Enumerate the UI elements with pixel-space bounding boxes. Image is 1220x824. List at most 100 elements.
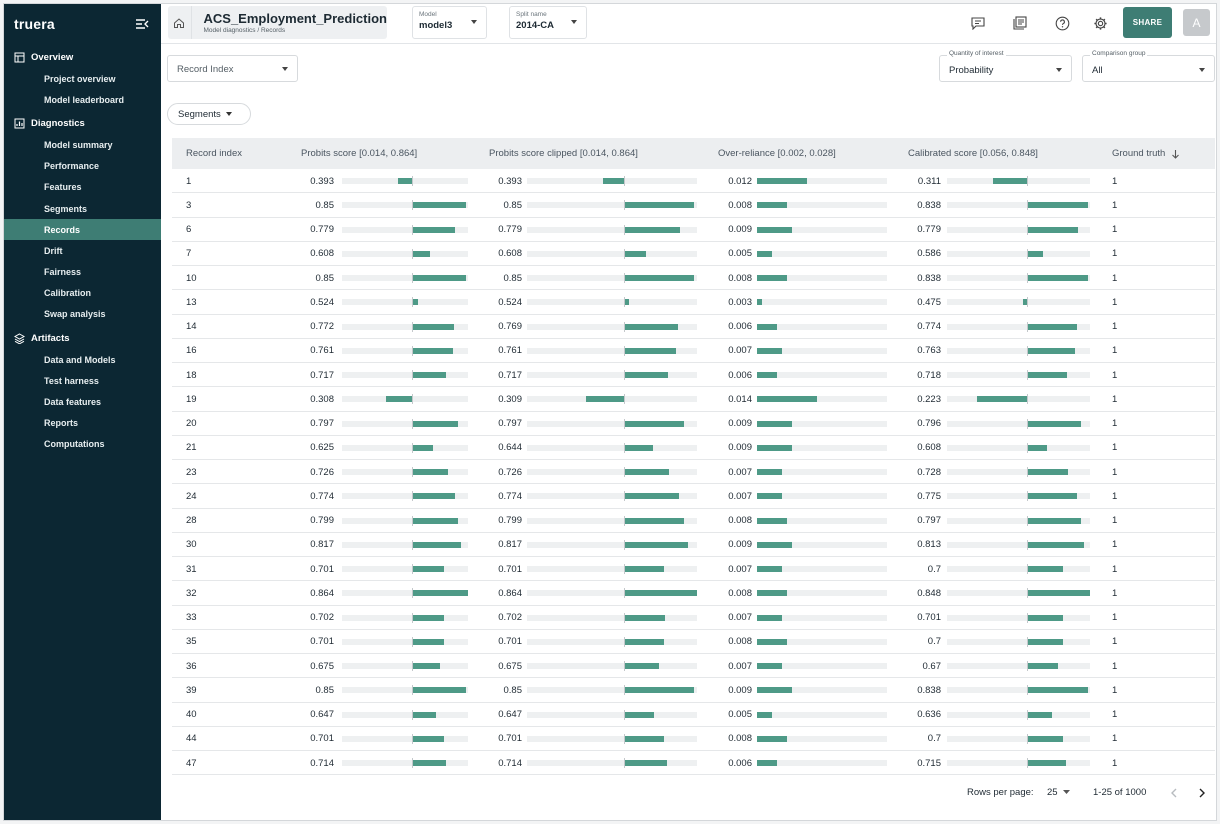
table-cell: 0.008: [728, 733, 752, 745]
notebook-button[interactable]: [1011, 14, 1029, 32]
table-row[interactable]: 7 0.608 0.608 0.005 0.586 1: [172, 242, 1215, 266]
help-button[interactable]: [1053, 14, 1071, 32]
bar-baseline: [412, 588, 413, 599]
column-header-4[interactable]: Calibrated score [0.056, 0.848]: [908, 138, 1038, 169]
table-row[interactable]: 39 0.85 0.85 0.009 0.838 1: [172, 678, 1215, 703]
table-cell: 1: [1112, 709, 1118, 720]
table-row[interactable]: 21 0.625 0.644 0.009 0.608 1: [172, 436, 1215, 460]
sidebar-item-performance[interactable]: Performance: [4, 156, 161, 177]
bar-baseline: [624, 394, 625, 405]
value-bar: [624, 760, 667, 766]
table-row[interactable]: 35 0.701 0.701 0.008 0.7 1: [172, 630, 1215, 654]
sidebar-item-data-features[interactable]: Data features: [4, 391, 161, 412]
table-row[interactable]: 31 0.701 0.701 0.007 0.7 1: [172, 557, 1215, 582]
table-cell: 0.838: [917, 684, 941, 696]
table-row[interactable]: 14 0.772 0.769 0.006 0.774 1: [172, 315, 1215, 339]
value-bar: [602, 178, 624, 184]
column-header-0[interactable]: Record index: [186, 138, 242, 169]
sidebar-item-swap-analysis[interactable]: Swap analysis: [4, 304, 161, 325]
table-row[interactable]: 13 0.524 0.524 0.003 0.475 1: [172, 290, 1215, 315]
table-row[interactable]: 6 0.779 0.779 0.009 0.779 1: [172, 218, 1215, 242]
sort-arrow-down-icon[interactable]: [1171, 149, 1180, 159]
sidebar-item-records[interactable]: Records: [4, 219, 161, 241]
value-bar: [1027, 372, 1067, 378]
table-cell: 0.675: [498, 660, 522, 672]
table-row[interactable]: 33 0.702 0.702 0.007 0.701 1: [172, 606, 1215, 630]
column-header-1[interactable]: Probits score [0.014, 0.864]: [301, 138, 417, 169]
sidebar-item-data-and-models[interactable]: Data and Models: [4, 349, 161, 370]
sidebar-section-artifacts[interactable]: Artifacts: [4, 328, 161, 349]
table-row[interactable]: 44 0.701 0.701 0.008 0.7 1: [172, 727, 1215, 751]
value-bar: [1027, 735, 1064, 742]
column-header-5[interactable]: Ground truth: [1112, 138, 1180, 169]
table-row[interactable]: 23 0.726 0.726 0.007 0.728 1: [172, 460, 1215, 485]
column-header-2[interactable]: Probits score clipped [0.014, 0.864]: [489, 138, 638, 169]
sidebar-item-fairness[interactable]: Fairness: [4, 262, 161, 283]
sidebar-item-test-harness[interactable]: Test harness: [4, 370, 161, 391]
record-index-select[interactable]: Record Index: [167, 55, 298, 82]
column-header-label: Probits score [0.014, 0.864]: [301, 148, 418, 159]
bar-track: [527, 566, 697, 572]
table-row[interactable]: 28 0.799 0.799 0.008 0.797 1: [172, 509, 1215, 533]
sidebar-item-calibration[interactable]: Calibration: [4, 283, 161, 304]
bar-track: [757, 711, 887, 718]
sidebar-item-model-summary[interactable]: Model summary: [4, 134, 161, 155]
sidebar-section-diagnostics[interactable]: Diagnostics: [4, 113, 161, 134]
table-cell: 6: [186, 224, 192, 235]
avatar[interactable]: A: [1183, 9, 1210, 36]
home-button[interactable]: [168, 6, 192, 39]
sidebar-item-project-overview[interactable]: Project overview: [4, 68, 161, 89]
bar-baseline: [1027, 515, 1028, 526]
column-header-3[interactable]: Over-reliance [0.002, 0.028]: [718, 138, 836, 169]
value-bar: [757, 687, 792, 694]
table-row[interactable]: 10 0.85 0.85 0.008 0.838 1: [172, 266, 1215, 291]
table-cell: 0.714: [310, 757, 334, 769]
sidebar-item-drift[interactable]: Drift: [4, 240, 161, 261]
table-cell: 0.608: [310, 248, 334, 260]
sidebar-item-reports[interactable]: Reports: [4, 413, 161, 434]
share-button[interactable]: SHARE: [1123, 7, 1172, 38]
sidebar-item-features[interactable]: Features: [4, 177, 161, 198]
model-select[interactable]: Model model3: [412, 6, 487, 39]
bar-baseline: [624, 685, 625, 696]
table-cell: 0.007: [728, 660, 752, 672]
prev-page-button[interactable]: [1167, 786, 1181, 800]
table-cell: 0.608: [917, 442, 941, 454]
next-page-button[interactable]: [1195, 786, 1209, 800]
table-row[interactable]: 3 0.85 0.85 0.008 0.838 1: [172, 193, 1215, 218]
table-row[interactable]: 40 0.647 0.647 0.005 0.636 1: [172, 703, 1215, 727]
table-row[interactable]: 36 0.675 0.675 0.007 0.67 1: [172, 654, 1215, 679]
table-row[interactable]: 1 0.393 0.393 0.012 0.311 1: [172, 169, 1215, 194]
table-row[interactable]: 24 0.774 0.774 0.007 0.775 1: [172, 484, 1215, 509]
table-cell: 0.311: [917, 175, 941, 187]
segments-button[interactable]: Segments: [167, 103, 251, 125]
table-cell: 0.608: [498, 248, 522, 260]
table-cell: 0.007: [728, 345, 752, 357]
table-row[interactable]: 32 0.864 0.864 0.008 0.848 1: [172, 581, 1215, 606]
settings-button[interactable]: [1091, 14, 1109, 32]
collapse-menu-icon[interactable]: [135, 18, 149, 30]
table-cell: 0.864: [498, 587, 522, 599]
sidebar-section-overview[interactable]: Overview: [4, 47, 161, 68]
rows-per-page-select[interactable]: 25: [1047, 787, 1071, 798]
value-bar: [412, 590, 468, 597]
table-row[interactable]: 47 0.714 0.714 0.006 0.715 1: [172, 751, 1215, 776]
table-row[interactable]: 16 0.761 0.761 0.007 0.763 1: [172, 339, 1215, 363]
comments-button[interactable]: [969, 14, 987, 32]
sidebar-item-model-leaderboard[interactable]: Model leaderboard: [4, 89, 161, 110]
table-row[interactable]: 19 0.308 0.309 0.014 0.223 1: [172, 387, 1215, 412]
table-row[interactable]: 30 0.817 0.817 0.009 0.813 1: [172, 533, 1215, 557]
sidebar-item-segments[interactable]: Segments: [4, 198, 161, 219]
bar-track: [947, 444, 1090, 451]
bar-baseline: [1027, 636, 1028, 647]
table-row[interactable]: 20 0.797 0.797 0.009 0.796 1: [172, 412, 1215, 436]
comparison-group-select[interactable]: All: [1082, 55, 1215, 82]
split-select[interactable]: Split name 2014-CA: [509, 6, 587, 39]
table-row[interactable]: 18 0.717 0.717 0.006 0.718 1: [172, 363, 1215, 388]
quantity-of-interest-select[interactable]: Probability: [939, 55, 1072, 82]
sidebar-item-computations[interactable]: Computations: [4, 434, 161, 455]
bar-track: [527, 638, 697, 645]
value-bar: [757, 493, 782, 500]
value-bar: [412, 226, 456, 233]
table-cell: 0.007: [728, 466, 752, 478]
